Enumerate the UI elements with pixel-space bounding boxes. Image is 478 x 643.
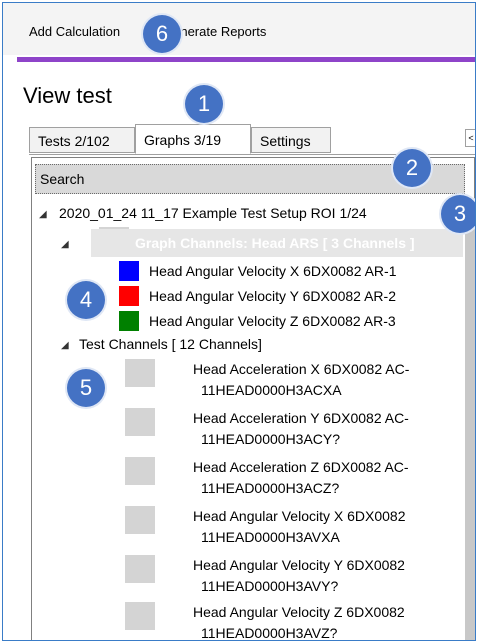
annotation-badge-6: 6 <box>143 15 181 53</box>
channel-icon <box>125 555 155 583</box>
tab-settings[interactable]: Settings <box>251 127 331 153</box>
annotation-badge-1: 1 <box>185 85 223 123</box>
test-item-line1[interactable]: Head Acceleration X 6DX0082 AC- <box>193 361 463 377</box>
expand-arrow-icon[interactable]: ◢ <box>61 340 69 351</box>
annotation-badge-2: 2 <box>393 149 431 187</box>
channel-icon <box>125 457 155 485</box>
graph-group-label: Graph Channels: Head ARS [ 3 Channels ] <box>135 235 415 251</box>
test-item-line1[interactable]: Head Angular Velocity Z 6DX0082 <box>193 604 463 620</box>
channel-icon <box>125 602 155 630</box>
graph-item-label[interactable]: Head Angular Velocity X 6DX0082 AR-1 <box>149 263 463 279</box>
graph-item-label[interactable]: Head Angular Velocity Z 6DX0082 AR-3 <box>149 313 463 329</box>
tree-root-label[interactable]: 2020_01_24 11_17 Example Test Setup ROI … <box>59 205 367 221</box>
menu-add-calculation[interactable]: Add Calculation <box>29 24 120 39</box>
channel-color-swatch[interactable] <box>119 286 139 306</box>
tree-scrollbar[interactable] <box>465 198 475 640</box>
channel-icon <box>125 408 155 436</box>
test-item-line1[interactable]: Head Angular Velocity Y 6DX0082 <box>193 557 463 573</box>
test-group-label[interactable]: Test Channels [ 12 Channels] <box>79 336 262 352</box>
tabs-scroll-left-icon[interactable]: < <box>465 129 475 147</box>
test-item-line1[interactable]: Head Angular Velocity X 6DX0082 <box>193 508 463 524</box>
tab-graphs[interactable]: Graphs 3/19 <box>135 124 251 154</box>
expand-arrow-icon[interactable]: ◢ <box>39 209 47 220</box>
annotation-badge-5: 5 <box>67 369 105 407</box>
menu-bar: Add Calculation Generate Reports <box>3 3 475 55</box>
test-item-line2[interactable]: 11HEAD0000H3AVZ? <box>201 625 337 640</box>
test-item-line2[interactable]: 11HEAD0000H3ACY? <box>201 431 340 447</box>
test-item-line2[interactable]: 11HEAD0000H3ACZ? <box>201 480 339 496</box>
expand-arrow-icon[interactable]: ◢ <box>61 239 69 250</box>
test-item-line2[interactable]: 11HEAD0000H3AVY? <box>201 578 338 594</box>
app-window: Add Calculation Generate Reports View te… <box>2 2 476 641</box>
channel-icon <box>125 359 155 387</box>
page-title: View test <box>23 83 112 108</box>
test-item-line1[interactable]: Head Acceleration Y 6DX0082 AC- <box>193 410 463 426</box>
channel-icon <box>125 506 155 534</box>
test-item-line1[interactable]: Head Acceleration Z 6DX0082 AC- <box>193 459 463 475</box>
tab-tests[interactable]: Tests 2/102 <box>29 127 135 153</box>
graph-item-label[interactable]: Head Angular Velocity Y 6DX0082 AR-2 <box>149 288 463 304</box>
annotation-badge-4: 4 <box>67 281 105 319</box>
test-item-line2[interactable]: 11HEAD0000H3AVXA <box>201 529 340 545</box>
test-item-line2[interactable]: 11HEAD0000H3ACXA <box>201 382 342 398</box>
channel-color-swatch[interactable] <box>119 311 139 331</box>
accent-bar <box>17 57 475 62</box>
annotation-badge-3: 3 <box>441 195 475 233</box>
channel-color-swatch[interactable] <box>119 261 139 281</box>
